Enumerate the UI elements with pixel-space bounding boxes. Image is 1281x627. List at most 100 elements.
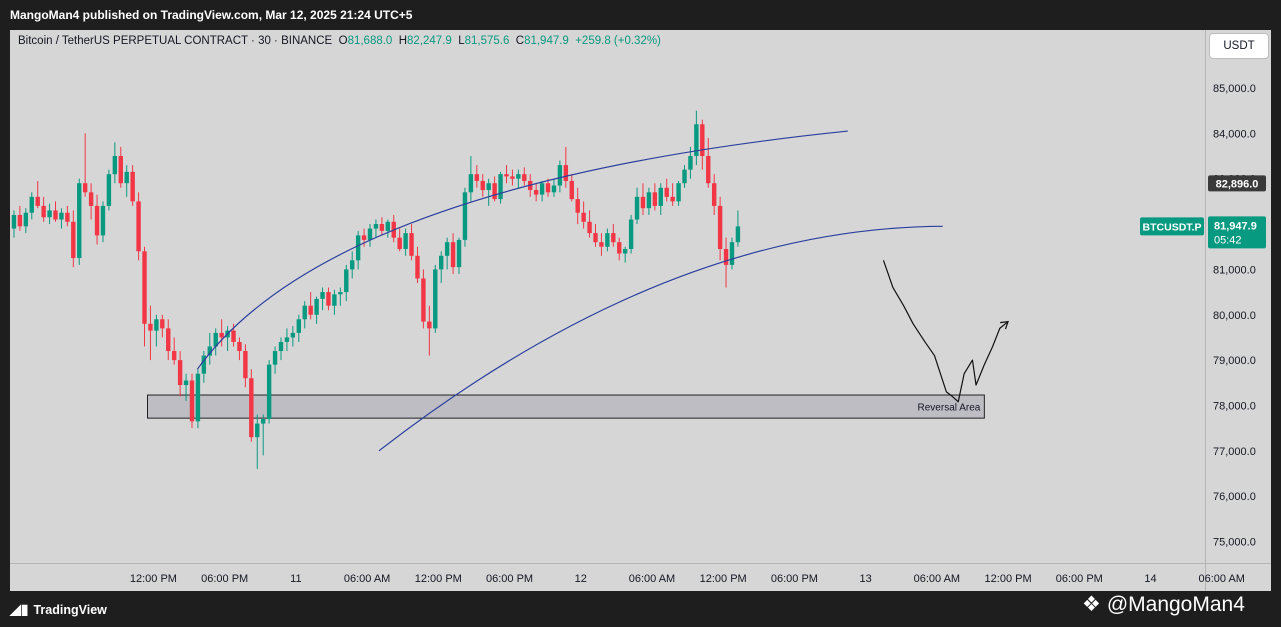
candle-body bbox=[296, 319, 301, 333]
reversal-zone[interactable]: Reversal Area bbox=[147, 394, 985, 419]
candle-body bbox=[545, 183, 551, 193]
candle-body bbox=[100, 205, 106, 236]
candle-body bbox=[427, 321, 432, 329]
candle-body bbox=[284, 337, 290, 342]
candle-body bbox=[17, 214, 23, 227]
candle-body bbox=[177, 360, 183, 386]
candle-body bbox=[498, 174, 503, 200]
candle-body bbox=[433, 269, 438, 329]
candle-body bbox=[551, 185, 557, 193]
candle-body bbox=[557, 165, 563, 186]
time-tick-label: 11 bbox=[290, 573, 301, 585]
candle-body bbox=[581, 212, 586, 222]
candle-body bbox=[510, 176, 515, 179]
time-tick-label: 12:00 PM bbox=[985, 573, 1032, 585]
price-tick-label: 84,000.0 bbox=[1213, 128, 1256, 140]
candle-body bbox=[688, 156, 693, 170]
candle-body bbox=[670, 196, 675, 202]
candle-body bbox=[599, 242, 604, 247]
candle-body bbox=[290, 332, 296, 338]
candle-body bbox=[539, 183, 545, 195]
candle-body bbox=[124, 171, 129, 184]
candle-body bbox=[634, 196, 640, 220]
last-price-label: 81,947.9 bbox=[1214, 220, 1257, 232]
candle-body bbox=[676, 183, 681, 202]
candle-body bbox=[504, 174, 509, 177]
candle-body bbox=[148, 323, 153, 331]
candle-body bbox=[617, 242, 622, 254]
time-tick-label: 12:00 PM bbox=[700, 573, 747, 585]
candle-body bbox=[486, 183, 491, 191]
candle-body bbox=[587, 221, 592, 234]
close-label: C bbox=[515, 35, 525, 47]
candle-body bbox=[77, 183, 82, 259]
candle-body bbox=[237, 341, 242, 352]
reversal-zone-label: Reversal Area bbox=[918, 403, 981, 414]
price-tick-label: 75,000.0 bbox=[1213, 537, 1256, 549]
price-chart[interactable]: Reversal Area 85,000.084,000.083,000.081… bbox=[0, 0, 1281, 627]
price-tick-label: 79,000.0 bbox=[1213, 355, 1256, 367]
candle-body bbox=[94, 205, 100, 236]
candle-body bbox=[195, 373, 201, 422]
candle-body bbox=[260, 419, 266, 424]
candle-body bbox=[142, 251, 147, 324]
close-value: 81,947.9 bbox=[524, 35, 569, 47]
candle-body bbox=[646, 192, 652, 209]
time-tick-label: 06:00 AM bbox=[344, 573, 390, 585]
candle-body bbox=[700, 124, 705, 157]
symbol-name: Bitcoin / TetherUS PERPETUAL CONTRACT · … bbox=[18, 35, 333, 47]
candle-body bbox=[11, 214, 17, 229]
candle-body bbox=[355, 235, 361, 261]
candle-body bbox=[189, 380, 195, 422]
time-tick-label: 06:00 PM bbox=[771, 573, 818, 585]
time-tick-label: 06:00 PM bbox=[486, 573, 533, 585]
candle-body bbox=[462, 192, 468, 240]
candle-body bbox=[468, 174, 474, 193]
candle-body bbox=[231, 330, 236, 342]
candle-body bbox=[255, 423, 260, 438]
symbol-legend: Bitcoin / TetherUS PERPETUAL CONTRACT · … bbox=[18, 35, 661, 47]
candle-body bbox=[88, 192, 94, 206]
candle-body bbox=[706, 156, 711, 184]
time-tick-label: 12 bbox=[575, 573, 587, 585]
time-tick-label: 12:00 PM bbox=[130, 573, 177, 585]
candle-body bbox=[569, 180, 574, 200]
candle-body bbox=[575, 199, 580, 213]
change-value: +259.8 (+0.32%) bbox=[575, 35, 661, 47]
price-tick-label: 80,000.0 bbox=[1213, 310, 1256, 322]
candle-body bbox=[35, 196, 40, 206]
candle-body bbox=[302, 305, 307, 320]
candle-body bbox=[373, 224, 379, 229]
candle-body bbox=[628, 219, 634, 249]
price-tick-label: 85,000.0 bbox=[1213, 83, 1256, 95]
candle-body bbox=[118, 156, 123, 184]
price-projection[interactable] bbox=[882, 260, 1009, 403]
candle-body bbox=[171, 351, 177, 361]
price-tick-label: 76,000.0 bbox=[1213, 491, 1256, 503]
open-label: O bbox=[338, 35, 348, 47]
binance-logo-icon: ❖ bbox=[1082, 593, 1101, 616]
candle-body bbox=[65, 212, 70, 222]
candle-body bbox=[658, 187, 663, 206]
tradingview-brand[interactable]: ◢▮ TradingView bbox=[10, 601, 107, 618]
candle-body bbox=[652, 192, 658, 206]
symbol-tag-label: BTCUSDT.P bbox=[1143, 221, 1202, 233]
candle-body bbox=[243, 351, 248, 379]
price-tag-label: 82,896.0 bbox=[1216, 178, 1259, 190]
candle-body bbox=[272, 351, 278, 365]
candle-body bbox=[160, 319, 165, 329]
candle-body bbox=[266, 364, 272, 420]
candle-body bbox=[23, 212, 29, 227]
candle-body bbox=[723, 248, 729, 265]
time-tick-label: 06:00 AM bbox=[629, 573, 675, 585]
reversal-zone-box bbox=[147, 394, 985, 419]
candle-body bbox=[183, 380, 189, 386]
candle-body bbox=[664, 187, 669, 197]
candle-body bbox=[444, 242, 450, 256]
currency-unit-button[interactable]: USDT bbox=[1209, 33, 1269, 59]
candle-body bbox=[41, 205, 46, 218]
candle-body bbox=[344, 269, 349, 293]
candle-body bbox=[350, 260, 355, 270]
candle-body bbox=[611, 233, 616, 243]
candle-body bbox=[82, 183, 88, 193]
